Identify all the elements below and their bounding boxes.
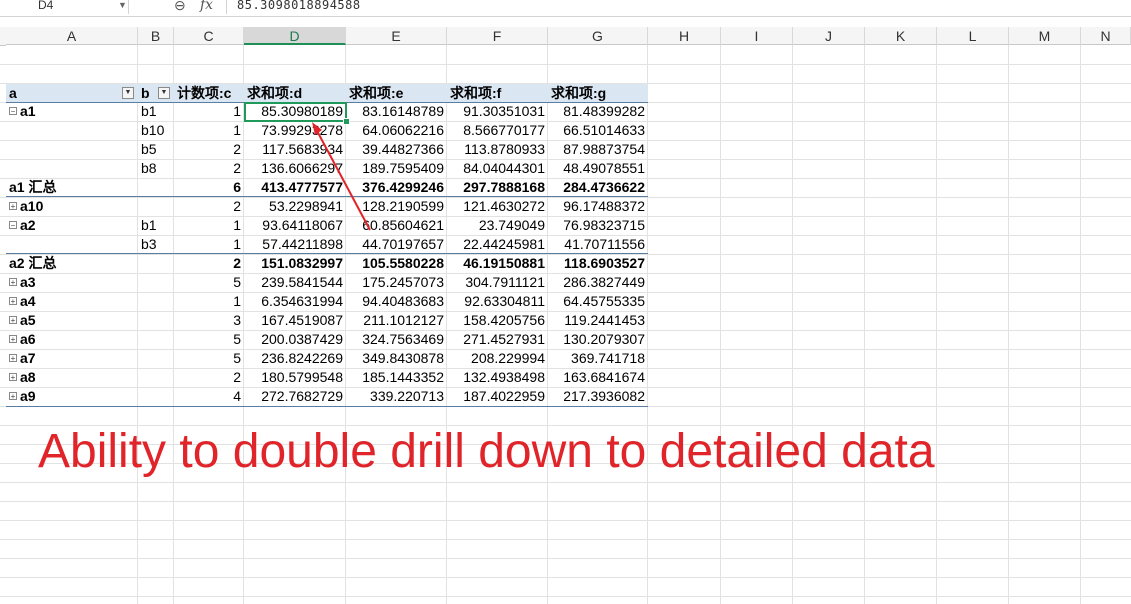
annotation-arrow bbox=[312, 122, 371, 231]
arrow-head bbox=[312, 122, 322, 135]
arrow-shaft bbox=[315, 128, 371, 231]
caption-text: Ability to double drill down to detailed… bbox=[38, 425, 935, 478]
